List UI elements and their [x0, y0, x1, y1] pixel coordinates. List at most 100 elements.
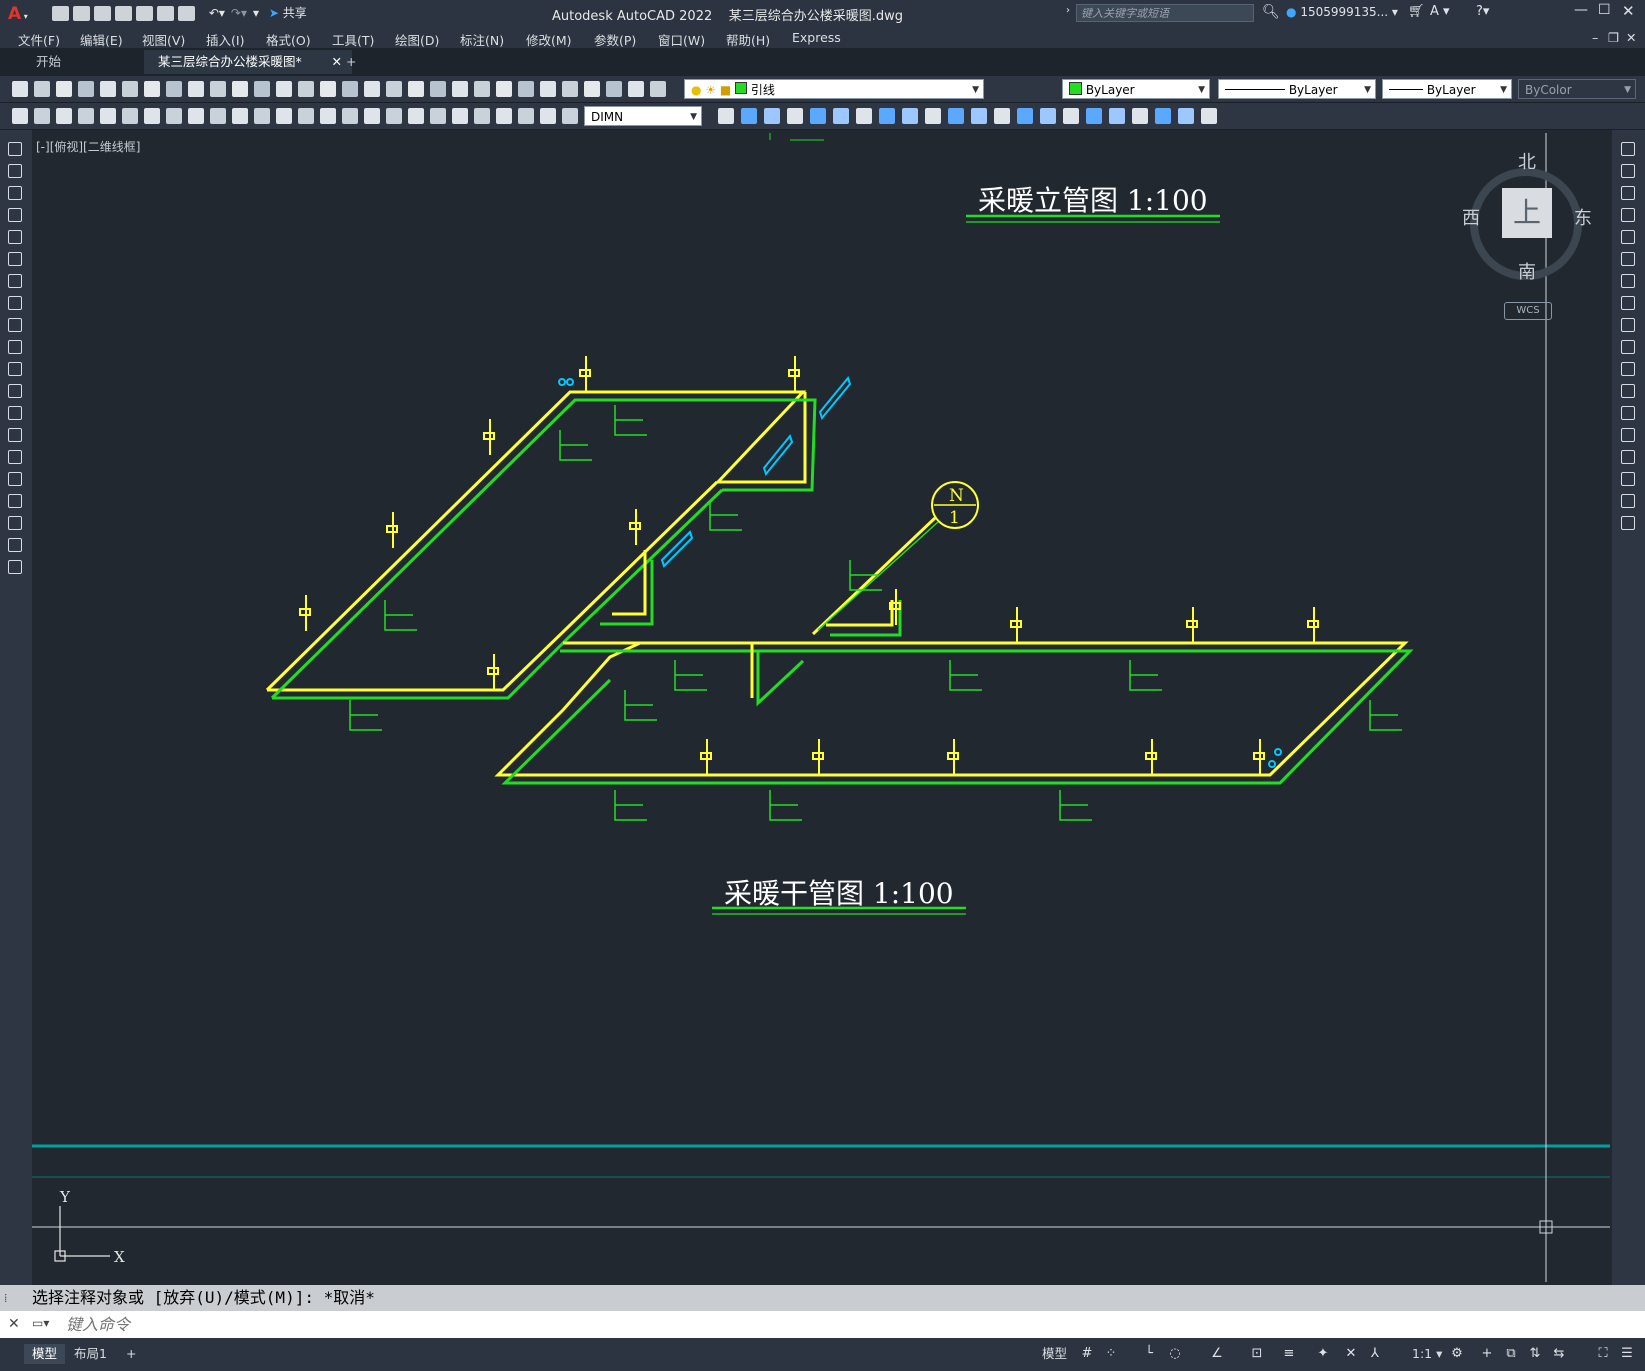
drawing-canvas[interactable] [32, 130, 1612, 1285]
draw-tool-icon-20[interactable] [8, 560, 22, 574]
new-icon[interactable] [52, 6, 69, 21]
save-icon[interactable] [94, 6, 111, 21]
viewport-controls[interactable]: [-][俯视][二维线框] [36, 138, 140, 155]
tab-start[interactable]: 开始 [22, 50, 75, 74]
dim-tool-icon-16[interactable] [342, 108, 358, 124]
close-button[interactable]: ✕ [1622, 2, 1635, 20]
draw-tool-icon-9[interactable] [8, 318, 22, 332]
status-toggle-icon-9[interactable]: ✕ [1344, 1347, 1358, 1361]
standard-tool-icon-1[interactable] [12, 81, 28, 97]
draw-tool-icon-1[interactable] [8, 142, 22, 156]
modify-tool-icon-15[interactable] [1621, 450, 1635, 464]
tab-document[interactable]: 某三层综合办公楼采暖图* ✕ [144, 50, 352, 74]
status-toggle-icon-10[interactable]: ⅄ [1368, 1347, 1382, 1361]
status-toggle-icon-17[interactable]: ☰ [1620, 1347, 1634, 1361]
standard-tool-icon-23[interactable] [496, 81, 512, 97]
status-toggle-icon-6[interactable]: ⊡ [1250, 1347, 1264, 1361]
status-toggle-icon-5[interactable]: ∠ [1210, 1347, 1224, 1361]
status-toggle-icon-4[interactable]: ◌ [1168, 1347, 1182, 1361]
standard-tool-icon-9[interactable] [188, 81, 204, 97]
compass-north[interactable]: 北 [1518, 148, 1536, 174]
dim-tool-icon-6[interactable] [122, 108, 138, 124]
command-input[interactable] [64, 1314, 1628, 1337]
dim-tool-icon-2[interactable] [34, 108, 50, 124]
dim-tool-icon-45[interactable] [1132, 108, 1148, 124]
save-to-web-icon[interactable] [157, 6, 174, 21]
standard-tool-icon-30[interactable] [650, 81, 666, 97]
wcs-menu[interactable]: WCS [1504, 302, 1552, 320]
dim-tool-icon-8[interactable] [166, 108, 182, 124]
search-icon[interactable]: 🔍︎ [1262, 4, 1280, 20]
modify-tool-icon-2[interactable] [1621, 164, 1635, 178]
dim-tool-icon-23[interactable] [496, 108, 512, 124]
modify-tool-icon-3[interactable] [1621, 186, 1635, 200]
menu-modify[interactable]: 修改(M) [526, 30, 572, 49]
lineweight-dropdown[interactable]: ByLayer ▼ [1382, 79, 1512, 99]
undo-icon[interactable]: ↶▾ [209, 6, 225, 20]
standard-tool-icon-17[interactable] [364, 81, 380, 97]
redo-icon[interactable]: ↷▾ [231, 6, 247, 20]
tab-model[interactable]: 模型 [24, 1344, 66, 1364]
status-toggle-icon-1[interactable]: # [1080, 1347, 1094, 1361]
standard-tool-icon-14[interactable] [298, 81, 314, 97]
dim-tool-icon-36[interactable] [925, 108, 941, 124]
dim-tool-icon-19[interactable] [408, 108, 424, 124]
dim-tool-icon-26[interactable] [562, 108, 578, 124]
layer-dropdown[interactable]: ● ☀ ■ 引线 ▼ [684, 79, 984, 99]
dim-tool-icon-10[interactable] [210, 108, 226, 124]
standard-tool-icon-19[interactable] [408, 81, 424, 97]
draw-tool-icon-5[interactable] [8, 230, 22, 244]
standard-tool-icon-25[interactable] [540, 81, 556, 97]
dimstyle-dropdown[interactable]: DIMN ▼ [584, 106, 702, 126]
dim-tool-icon-28[interactable] [741, 108, 757, 124]
menu-draw[interactable]: 绘图(D) [395, 30, 439, 49]
status-toggle-icon-7[interactable]: ≡ [1282, 1347, 1296, 1361]
draw-tool-icon-18[interactable] [8, 516, 22, 530]
modify-tool-icon-8[interactable] [1621, 296, 1635, 310]
modify-tool-icon-1[interactable] [1621, 142, 1635, 156]
new-tab-button[interactable]: + [332, 50, 370, 74]
menu-help[interactable]: 帮助(H) [726, 30, 770, 49]
draw-tool-icon-3[interactable] [8, 186, 22, 200]
dim-tool-icon-11[interactable] [232, 108, 248, 124]
draw-tool-icon-19[interactable] [8, 538, 22, 552]
status-toggle-icon-3[interactable]: └ [1142, 1347, 1156, 1361]
doc-restore-button[interactable]: ❐ [1608, 30, 1619, 45]
dim-tool-icon-3[interactable] [56, 108, 72, 124]
standard-tool-icon-12[interactable] [254, 81, 270, 97]
draw-tool-icon-14[interactable] [8, 428, 22, 442]
draw-tool-icon-17[interactable] [8, 494, 22, 508]
standard-tool-icon-10[interactable] [210, 81, 226, 97]
add-layout-button[interactable]: + [118, 1344, 144, 1364]
status-toggle-icon-15[interactable]: ⇆ [1552, 1347, 1566, 1361]
standard-tool-icon-21[interactable] [452, 81, 468, 97]
dim-tool-icon-44[interactable] [1109, 108, 1125, 124]
app-menu-button[interactable]: A ▾ [8, 4, 28, 24]
modify-tool-icon-16[interactable] [1621, 472, 1635, 486]
dim-tool-icon-24[interactable] [518, 108, 534, 124]
standard-tool-icon-24[interactable] [518, 81, 534, 97]
menu-edit[interactable]: 编辑(E) [80, 30, 123, 49]
standard-tool-icon-11[interactable] [232, 81, 248, 97]
standard-tool-icon-15[interactable] [320, 81, 336, 97]
dim-tool-icon-42[interactable] [1063, 108, 1079, 124]
standard-tool-icon-8[interactable] [166, 81, 182, 97]
standard-tool-icon-7[interactable] [144, 81, 160, 97]
menu-insert[interactable]: 插入(I) [206, 30, 244, 49]
draw-tool-icon-12[interactable] [8, 384, 22, 398]
modify-tool-icon-4[interactable] [1621, 208, 1635, 222]
open-from-web-icon[interactable] [136, 6, 153, 21]
draw-tool-icon-11[interactable] [8, 362, 22, 376]
modify-tool-icon-14[interactable] [1621, 428, 1635, 442]
standard-tool-icon-28[interactable] [606, 81, 622, 97]
menu-format[interactable]: 格式(O) [266, 30, 311, 49]
dim-tool-icon-4[interactable] [78, 108, 94, 124]
standard-tool-icon-22[interactable] [474, 81, 490, 97]
modify-tool-icon-17[interactable] [1621, 494, 1635, 508]
close-command-icon[interactable]: ✕ [8, 1316, 20, 1332]
status-toggle-icon-14[interactable]: ⇅ [1528, 1347, 1542, 1361]
help-icon[interactable]: ?▾ [1476, 4, 1489, 19]
menu-express[interactable]: Express [792, 30, 841, 45]
menu-parametric[interactable]: 参数(P) [594, 30, 636, 49]
save-as-icon[interactable] [115, 6, 132, 21]
